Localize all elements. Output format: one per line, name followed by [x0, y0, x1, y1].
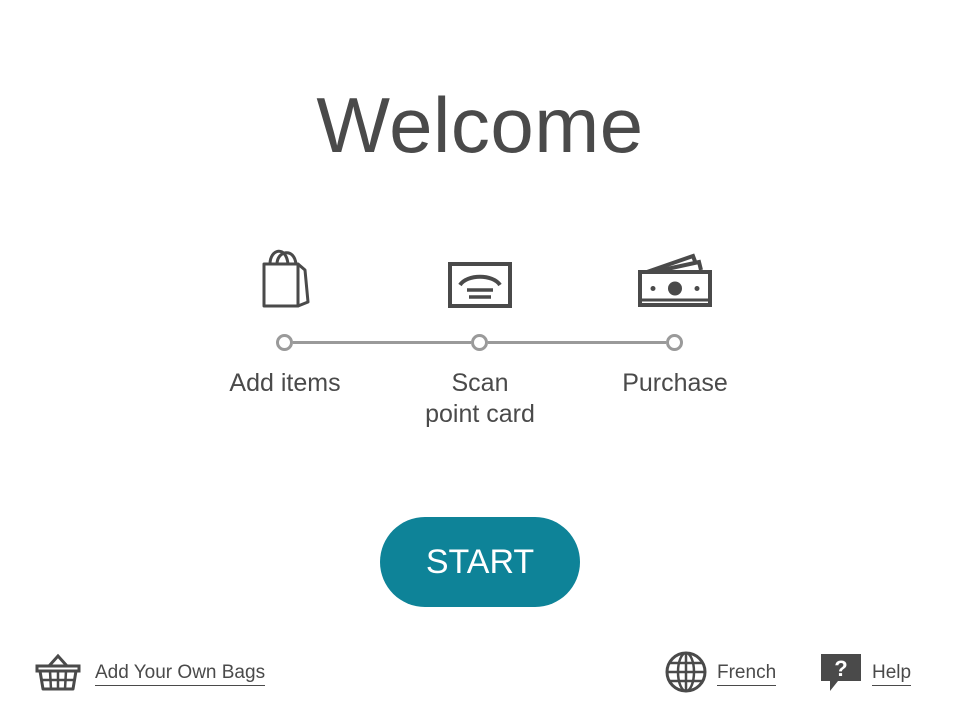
- help-button[interactable]: ? Help: [820, 651, 912, 698]
- timeline-node: [471, 334, 488, 351]
- start-button[interactable]: START: [380, 517, 580, 607]
- step-label-add-items: Add items: [229, 369, 341, 397]
- basket-icon: [35, 652, 81, 697]
- svg-text:?: ?: [834, 656, 847, 681]
- language-label: French: [717, 662, 777, 686]
- shopping-bag-icon: [258, 244, 312, 310]
- timeline-connector: [488, 341, 666, 344]
- timeline-connector: [293, 341, 471, 344]
- add-own-bags-label: Add Your Own Bags: [95, 662, 266, 686]
- step-label-purchase: Purchase: [622, 369, 728, 397]
- help-bubble-icon: ?: [820, 651, 862, 698]
- language-button[interactable]: French: [665, 651, 777, 698]
- cash-icon: [637, 252, 713, 310]
- add-own-bags-button[interactable]: Add Your Own Bags: [35, 652, 266, 697]
- timeline-node: [666, 334, 683, 351]
- steps-timeline: Add items Scan point card Purchase: [0, 0, 960, 720]
- card-reader-icon: [447, 261, 513, 309]
- help-label: Help: [872, 662, 912, 686]
- timeline-node: [276, 334, 293, 351]
- globe-icon: [665, 651, 707, 698]
- step-label-scan-point-card: Scan point card: [425, 369, 535, 428]
